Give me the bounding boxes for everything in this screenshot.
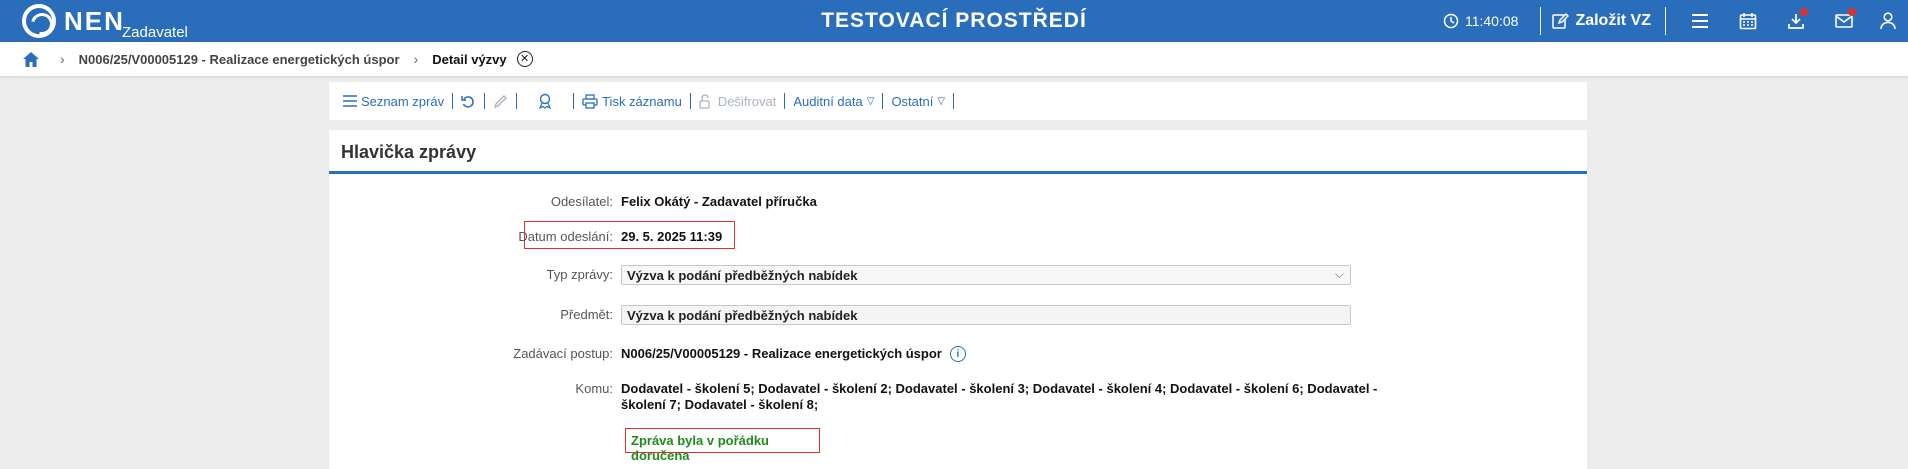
print-record-button[interactable]: Tisk záznamu	[576, 94, 688, 109]
message-list-label: Seznam zpráv	[361, 93, 445, 109]
nen-logo[interactable]: NEN	[22, 4, 125, 38]
list-icon	[343, 95, 357, 107]
refresh-icon	[461, 95, 474, 108]
sent-date-value: 29. 5. 2025 11:39	[621, 229, 723, 244]
chevron-right-icon: ›	[60, 51, 65, 67]
home-icon	[23, 51, 39, 67]
close-tab-icon[interactable]: ✕	[516, 51, 533, 67]
subject-label: Předmět:	[560, 307, 613, 322]
calendar-icon	[1739, 13, 1757, 30]
divider	[573, 93, 575, 109]
panel-title: Hlavička zprávy	[329, 130, 1587, 174]
audit-data-label: Auditní data	[793, 93, 863, 109]
chevron-down-icon: ▽	[937, 95, 946, 107]
download-button[interactable]	[1772, 0, 1820, 42]
chevron-down-icon: ▽	[866, 95, 875, 107]
recipients-line: školení 7; Dodavatel - školení 8;	[621, 397, 819, 412]
menu-icon	[1692, 14, 1708, 28]
recipients-value: Dodavatel - školení 5; Dodavatel - škole…	[621, 381, 1377, 413]
procedure-label: Zadávací postup:	[513, 346, 613, 361]
divider	[882, 93, 884, 109]
divider	[953, 93, 955, 109]
procedure-value: N006/25/V00005129 - Realizace energetick…	[621, 346, 942, 361]
printer-icon	[582, 93, 598, 109]
clock-icon	[1443, 13, 1459, 29]
sender-label: Odesílatel:	[550, 194, 613, 209]
divider	[452, 93, 454, 109]
message-toolbar: Seznam zpráv Tisk záznamu Dešifrovat Aud…	[329, 82, 1587, 120]
notification-badge	[1848, 8, 1856, 16]
logo-subtitle: Zadavatel	[122, 24, 188, 41]
home-button[interactable]	[16, 51, 46, 68]
chevron-down-icon: ⌵	[1334, 267, 1344, 281]
zalozit-vz-label: Založit VZ	[1575, 12, 1651, 29]
decrypt-button[interactable]: Dešifrovat	[693, 94, 783, 109]
message-type-label: Typ zprávy:	[546, 267, 613, 282]
message-type-value: Výzva k podání předběžných nabídek	[627, 268, 858, 283]
user-button[interactable]	[1868, 0, 1908, 42]
subject-value: Výzva k podání předběžných nabídek	[627, 308, 858, 323]
message-type-select[interactable]: Výzva k podání předběžných nabídek ⌵	[621, 265, 1351, 285]
breadcrumb-procedure-link[interactable]: N006/25/V00005129 - Realizace energetick…	[79, 52, 400, 67]
print-record-label: Tisk záznamu	[602, 93, 682, 109]
divider	[689, 93, 691, 109]
logo-text: NEN	[64, 5, 125, 36]
divider	[784, 93, 786, 109]
mail-button[interactable]	[1820, 0, 1868, 42]
audit-data-dropdown[interactable]: Auditní data ▽	[787, 94, 880, 109]
unlock-icon	[699, 93, 710, 109]
sent-date-row: Datum odeslání: 29. 5. 2025 11:39	[329, 229, 1587, 244]
breadcrumb-current: Detail výzvy	[432, 51, 507, 67]
procedure-row: Zadávací postup: N006/25/V00005129 - Rea…	[329, 346, 1587, 362]
other-label: Ostatní	[891, 93, 934, 109]
nen-logo-icon	[22, 4, 56, 38]
message-header-panel: Hlavička zprávy Odesílatel: Felix Okátý …	[329, 130, 1587, 469]
chevron-right-icon: ›	[413, 51, 419, 67]
edit-icon	[1552, 12, 1570, 29]
zalozit-vz-button[interactable]: Založit VZ	[1551, 12, 1651, 30]
top-bar: NEN Zadavatel TESTOVACÍ PROSTŘEDÍ 11:40:…	[0, 0, 1908, 42]
notification-badge	[1800, 8, 1808, 16]
breadcrumb: › N006/25/V00005129 - Realizace energeti…	[0, 42, 1908, 76]
award-icon	[539, 93, 552, 109]
other-dropdown[interactable]: Ostatní ▽	[885, 94, 951, 109]
session-timer: 11:40:08	[1443, 13, 1518, 29]
recipients-line: Dodavatel - školení 5; Dodavatel - škole…	[621, 381, 1378, 396]
message-list-button[interactable]: Seznam zpráv	[337, 94, 450, 109]
edit-button[interactable]	[487, 94, 514, 109]
delivery-status: Zpráva byla v pořádku doručena	[625, 428, 820, 463]
decrypt-label: Dešifrovat	[717, 93, 777, 109]
message-type-row: Typ zprávy: Výzva k podání předběžných n…	[329, 265, 1587, 285]
sent-date-label: Datum odeslání:	[518, 229, 613, 244]
session-time: 11:40:08	[1464, 13, 1519, 29]
recipients-label: Komu:	[575, 381, 613, 396]
award-button[interactable]	[519, 93, 571, 109]
calendar-button[interactable]	[1724, 0, 1772, 42]
divider	[516, 93, 518, 109]
topbar-actions: 11:40:08 Založit VZ	[1443, 0, 1908, 42]
mail-icon	[1835, 14, 1853, 28]
info-icon[interactable]: i	[949, 346, 966, 362]
recipients-row: Komu: Dodavatel - školení 5; Dodavatel -…	[329, 381, 1587, 413]
divider	[484, 93, 486, 109]
user-icon	[1880, 12, 1896, 30]
sender-value: Felix Okátý - Zadavatel příručka	[621, 194, 817, 209]
menu-button[interactable]	[1676, 0, 1724, 42]
refresh-button[interactable]	[455, 94, 482, 109]
divider	[1665, 7, 1666, 35]
subject-row: Předmět: Výzva k podání předběžných nabí…	[329, 305, 1587, 325]
subject-field[interactable]: Výzva k podání předběžných nabídek	[621, 305, 1351, 325]
pencil-icon	[493, 94, 508, 108]
sender-row: Odesílatel: Felix Okátý - Zadavatel přír…	[329, 194, 1587, 209]
divider	[1540, 7, 1542, 35]
